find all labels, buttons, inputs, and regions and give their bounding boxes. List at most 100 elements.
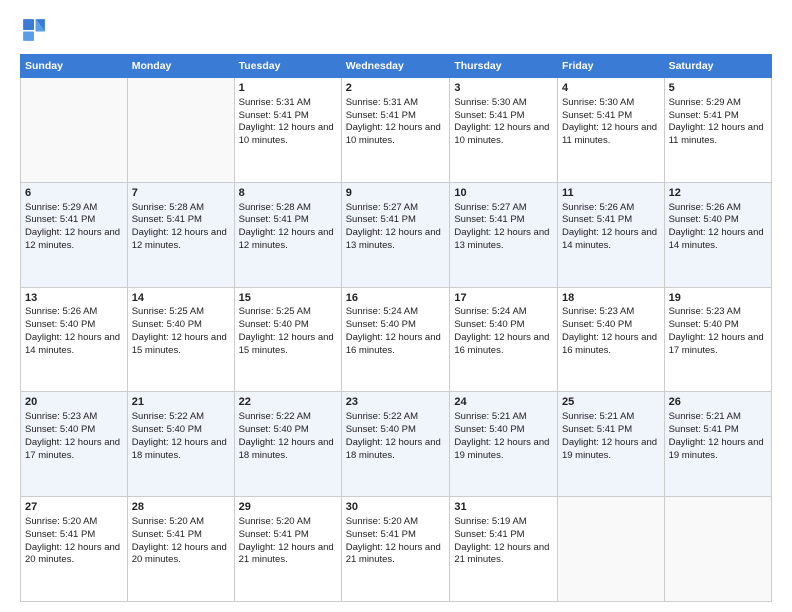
- day-number: 9: [346, 186, 446, 201]
- day-info: Sunrise: 5:26 AM: [25, 306, 123, 319]
- calendar-day-cell: 1Sunrise: 5:31 AMSunset: 5:41 PMDaylight…: [234, 78, 341, 183]
- day-info: Daylight: 12 hours and 15 minutes.: [132, 332, 230, 358]
- day-info: Daylight: 12 hours and 18 minutes.: [346, 437, 446, 463]
- day-info: Daylight: 12 hours and 15 minutes.: [239, 332, 337, 358]
- calendar-day-cell: 21Sunrise: 5:22 AMSunset: 5:40 PMDayligh…: [127, 392, 234, 497]
- day-of-week-header: Sunday: [21, 55, 128, 78]
- day-info: Daylight: 12 hours and 12 minutes.: [132, 227, 230, 253]
- calendar-day-cell: 31Sunrise: 5:19 AMSunset: 5:41 PMDayligh…: [450, 497, 558, 602]
- day-info: Sunset: 5:40 PM: [562, 319, 660, 332]
- calendar-day-cell: 15Sunrise: 5:25 AMSunset: 5:40 PMDayligh…: [234, 287, 341, 392]
- day-of-week-header: Thursday: [450, 55, 558, 78]
- day-info: Sunrise: 5:21 AM: [454, 411, 553, 424]
- calendar-day-cell: [664, 497, 771, 602]
- day-of-week-header: Monday: [127, 55, 234, 78]
- day-info: Daylight: 12 hours and 10 minutes.: [346, 122, 446, 148]
- day-info: Daylight: 12 hours and 16 minutes.: [562, 332, 660, 358]
- calendar-day-cell: 8Sunrise: 5:28 AMSunset: 5:41 PMDaylight…: [234, 182, 341, 287]
- day-info: Daylight: 12 hours and 10 minutes.: [239, 122, 337, 148]
- day-info: Sunrise: 5:30 AM: [454, 97, 553, 110]
- day-info: Sunset: 5:41 PM: [25, 529, 123, 542]
- calendar-day-cell: 17Sunrise: 5:24 AMSunset: 5:40 PMDayligh…: [450, 287, 558, 392]
- calendar-day-cell: 26Sunrise: 5:21 AMSunset: 5:41 PMDayligh…: [664, 392, 771, 497]
- day-number: 28: [132, 500, 230, 515]
- day-number: 1: [239, 81, 337, 96]
- header: [20, 16, 772, 44]
- day-number: 18: [562, 291, 660, 306]
- day-info: Sunset: 5:40 PM: [132, 424, 230, 437]
- day-number: 12: [669, 186, 767, 201]
- day-info: Sunrise: 5:31 AM: [239, 97, 337, 110]
- page: SundayMondayTuesdayWednesdayThursdayFrid…: [0, 0, 792, 612]
- calendar-day-cell: 3Sunrise: 5:30 AMSunset: 5:41 PMDaylight…: [450, 78, 558, 183]
- day-info: Sunrise: 5:29 AM: [25, 202, 123, 215]
- day-info: Sunrise: 5:22 AM: [132, 411, 230, 424]
- day-number: 17: [454, 291, 553, 306]
- calendar-week-row: 13Sunrise: 5:26 AMSunset: 5:40 PMDayligh…: [21, 287, 772, 392]
- day-info: Sunset: 5:40 PM: [454, 424, 553, 437]
- day-info: Daylight: 12 hours and 20 minutes.: [25, 542, 123, 568]
- day-info: Sunset: 5:41 PM: [669, 424, 767, 437]
- day-info: Daylight: 12 hours and 14 minutes.: [25, 332, 123, 358]
- day-info: Daylight: 12 hours and 11 minutes.: [562, 122, 660, 148]
- day-number: 7: [132, 186, 230, 201]
- day-number: 25: [562, 395, 660, 410]
- calendar-week-row: 27Sunrise: 5:20 AMSunset: 5:41 PMDayligh…: [21, 497, 772, 602]
- day-info: Daylight: 12 hours and 10 minutes.: [454, 122, 553, 148]
- day-info: Sunset: 5:41 PM: [669, 110, 767, 123]
- day-info: Sunset: 5:40 PM: [132, 319, 230, 332]
- day-info: Daylight: 12 hours and 20 minutes.: [132, 542, 230, 568]
- day-info: Daylight: 12 hours and 12 minutes.: [239, 227, 337, 253]
- day-number: 14: [132, 291, 230, 306]
- day-info: Daylight: 12 hours and 18 minutes.: [239, 437, 337, 463]
- day-info: Daylight: 12 hours and 21 minutes.: [239, 542, 337, 568]
- calendar-day-cell: 28Sunrise: 5:20 AMSunset: 5:41 PMDayligh…: [127, 497, 234, 602]
- calendar-day-cell: 13Sunrise: 5:26 AMSunset: 5:40 PMDayligh…: [21, 287, 128, 392]
- calendar-day-cell: 14Sunrise: 5:25 AMSunset: 5:40 PMDayligh…: [127, 287, 234, 392]
- day-info: Sunrise: 5:23 AM: [562, 306, 660, 319]
- calendar-day-cell: 30Sunrise: 5:20 AMSunset: 5:41 PMDayligh…: [341, 497, 450, 602]
- day-info: Sunset: 5:40 PM: [669, 319, 767, 332]
- day-info: Sunset: 5:40 PM: [25, 319, 123, 332]
- day-info: Sunset: 5:41 PM: [132, 214, 230, 227]
- day-number: 3: [454, 81, 553, 96]
- calendar-day-cell: 5Sunrise: 5:29 AMSunset: 5:41 PMDaylight…: [664, 78, 771, 183]
- day-info: Sunset: 5:40 PM: [346, 424, 446, 437]
- logo: [20, 16, 52, 44]
- day-info: Daylight: 12 hours and 11 minutes.: [669, 122, 767, 148]
- day-number: 16: [346, 291, 446, 306]
- day-info: Daylight: 12 hours and 16 minutes.: [346, 332, 446, 358]
- day-info: Sunrise: 5:29 AM: [669, 97, 767, 110]
- day-info: Daylight: 12 hours and 19 minutes.: [669, 437, 767, 463]
- day-number: 6: [25, 186, 123, 201]
- day-info: Sunrise: 5:21 AM: [669, 411, 767, 424]
- day-number: 31: [454, 500, 553, 515]
- day-info: Sunrise: 5:22 AM: [346, 411, 446, 424]
- day-info: Sunrise: 5:26 AM: [669, 202, 767, 215]
- day-info: Daylight: 12 hours and 14 minutes.: [669, 227, 767, 253]
- calendar-table: SundayMondayTuesdayWednesdayThursdayFrid…: [20, 54, 772, 602]
- calendar-week-row: 1Sunrise: 5:31 AMSunset: 5:41 PMDaylight…: [21, 78, 772, 183]
- day-info: Sunrise: 5:26 AM: [562, 202, 660, 215]
- calendar-day-cell: 19Sunrise: 5:23 AMSunset: 5:40 PMDayligh…: [664, 287, 771, 392]
- day-info: Sunset: 5:40 PM: [239, 319, 337, 332]
- day-info: Daylight: 12 hours and 13 minutes.: [454, 227, 553, 253]
- day-info: Sunrise: 5:20 AM: [346, 516, 446, 529]
- day-number: 24: [454, 395, 553, 410]
- day-info: Sunrise: 5:22 AM: [239, 411, 337, 424]
- day-info: Sunset: 5:41 PM: [346, 110, 446, 123]
- day-info: Sunset: 5:40 PM: [669, 214, 767, 227]
- day-number: 8: [239, 186, 337, 201]
- calendar-header-row: SundayMondayTuesdayWednesdayThursdayFrid…: [21, 55, 772, 78]
- day-info: Sunset: 5:41 PM: [562, 214, 660, 227]
- calendar-day-cell: 12Sunrise: 5:26 AMSunset: 5:40 PMDayligh…: [664, 182, 771, 287]
- day-number: 5: [669, 81, 767, 96]
- calendar-day-cell: 25Sunrise: 5:21 AMSunset: 5:41 PMDayligh…: [557, 392, 664, 497]
- day-info: Daylight: 12 hours and 21 minutes.: [454, 542, 553, 568]
- calendar-day-cell: 6Sunrise: 5:29 AMSunset: 5:41 PMDaylight…: [21, 182, 128, 287]
- day-info: Sunrise: 5:24 AM: [454, 306, 553, 319]
- day-number: 11: [562, 186, 660, 201]
- day-info: Daylight: 12 hours and 19 minutes.: [562, 437, 660, 463]
- calendar-day-cell: [127, 78, 234, 183]
- day-number: 4: [562, 81, 660, 96]
